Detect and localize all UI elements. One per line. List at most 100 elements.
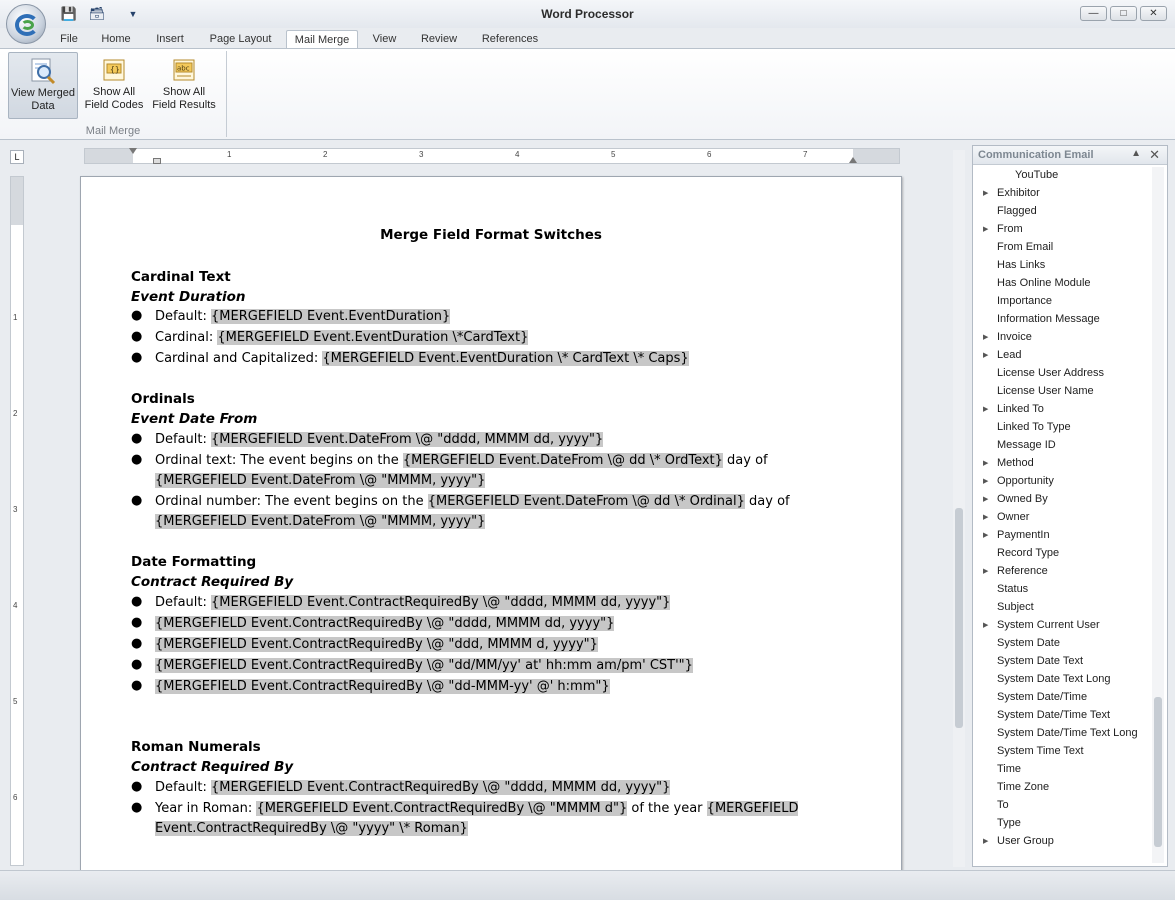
merge-field[interactable]: {MERGEFIELD Event.DateFrom \@ "dddd, MMM… [211,432,604,447]
pin-icon[interactable]: ▲ [1131,148,1141,159]
tab-page-layout[interactable]: Page Layout [203,30,278,49]
tree-item[interactable]: System Current User [997,619,1100,631]
merge-field[interactable]: {MERGEFIELD Event.ContractRequiredBy \@ … [155,616,615,631]
show-all-field-results-button[interactable]: abc Show All Field Results [150,52,218,119]
tab-view[interactable]: View [368,30,401,49]
merge-field[interactable]: {MERGEFIELD Event.EventDuration} [211,309,451,324]
document-page[interactable]: Merge Field Format Switches Cardinal Tex… [80,176,902,876]
list-item: Default: {MERGEFIELD Event.DateFrom \@ "… [155,432,604,447]
merge-field[interactable]: Event.ContractRequiredBy \@ "yyyy" \* Ro… [155,821,468,836]
view-merged-data-button[interactable]: View Merged Data [8,52,78,119]
merge-field[interactable]: {MERGEFIELD Event.ContractRequiredBy \@ … [211,595,671,610]
tree-item[interactable]: System Date Text [997,655,1083,667]
expand-arrow-icon[interactable]: ▶ [983,333,988,341]
expand-arrow-icon[interactable]: ▶ [983,477,988,485]
expand-arrow-icon[interactable]: ▶ [983,567,988,575]
tree-item[interactable]: User Group [997,835,1054,847]
tree-item[interactable]: Linked To Type [997,421,1071,433]
tab-insert[interactable]: Insert [148,30,192,49]
tree-item[interactable]: Record Type [997,547,1059,559]
tree-item[interactable]: Owned By [997,493,1048,505]
tree-item[interactable]: System Date [997,637,1060,649]
tree-item[interactable]: Reference [997,565,1048,577]
merge-field[interactable]: {MERGEFIELD Event.ContractRequiredBy \@ … [211,780,671,795]
tab-references[interactable]: References [476,30,544,49]
tree-item[interactable]: Linked To [997,403,1044,415]
expand-arrow-icon[interactable]: ▶ [983,837,988,845]
merge-field[interactable]: {MERGEFIELD Event.ContractRequiredBy \@ … [155,679,610,694]
vertical-ruler[interactable]: 1 2 3 4 5 6 [10,176,24,866]
tree-item[interactable]: Information Message [997,313,1100,325]
tree-item[interactable]: Subject [997,601,1034,613]
tree-item[interactable]: Has Links [997,259,1045,271]
tree-item[interactable]: Message ID [997,439,1056,451]
tree-item[interactable]: License User Address [997,367,1104,379]
expand-arrow-icon[interactable]: ▶ [983,621,988,629]
merge-field[interactable]: {MERGEFIELD [706,801,799,816]
tree-item[interactable]: Time [997,763,1021,775]
tree-item[interactable]: To [997,799,1009,811]
tree-item[interactable]: System Date/Time [997,691,1087,703]
tree-item[interactable]: Exhibitor [997,187,1040,199]
tab-file[interactable]: File [55,30,83,49]
tree-item[interactable]: Opportunity [997,475,1054,487]
maximize-button[interactable]: □ [1110,6,1137,21]
merge-field[interactable]: {MERGEFIELD Event.ContractRequiredBy \@ … [155,637,598,652]
application-menu-button[interactable] [6,4,46,44]
merge-field[interactable]: {MERGEFIELD Event.ContractRequiredBy \@ … [256,801,628,816]
tree-item[interactable]: Time Zone [997,781,1049,793]
merge-field[interactable]: {MERGEFIELD Event.ContractRequiredBy \@ … [155,658,693,673]
tab-review[interactable]: Review [414,30,464,49]
close-icon[interactable]: ✕ [1149,147,1160,163]
expand-arrow-icon[interactable]: ▶ [983,495,988,503]
tab-stop-selector[interactable]: L [10,150,24,164]
tree-item[interactable]: Has Online Module [997,277,1091,289]
tree-item[interactable]: Importance [997,295,1052,307]
tree-item[interactable]: From [997,223,1023,235]
tree-item[interactable]: Owner [997,511,1029,523]
expand-arrow-icon[interactable]: ▶ [983,513,988,521]
tree-item[interactable]: System Time Text [997,745,1084,757]
show-all-field-codes-button[interactable]: {} Show All Field Codes [82,52,146,119]
tree-item[interactable]: System Date Text Long [997,673,1111,685]
merge-field[interactable]: {MERGEFIELD Event.DateFrom \@ "MMMM, yyy… [155,473,486,488]
right-indent-marker-icon[interactable] [849,157,857,163]
merge-field[interactable]: {MERGEFIELD Event.EventDuration \*CardTe… [217,330,529,345]
tree-item[interactable]: Flagged [997,205,1037,217]
expand-arrow-icon[interactable]: ▶ [983,225,988,233]
tree-item[interactable]: Invoice [997,331,1032,343]
tree-item[interactable]: YouTube [1015,169,1058,181]
expand-arrow-icon[interactable]: ▶ [983,189,988,197]
merge-field[interactable]: {MERGEFIELD Event.EventDuration \* CardT… [322,351,689,366]
minimize-button[interactable]: — [1080,6,1107,21]
panel-scrollbar-thumb[interactable] [1154,697,1162,847]
tab-mail-merge[interactable]: Mail Merge [286,30,358,49]
panel-scrollbar[interactable] [1152,167,1164,863]
tree-item[interactable]: System Date/Time Text Long [997,727,1138,739]
window-title: Word Processor [541,7,634,21]
tab-home[interactable]: Home [96,30,136,49]
bullet-icon: ● [131,431,143,446]
close-button[interactable]: ✕ [1140,6,1167,21]
document-scrollbar-thumb[interactable] [955,508,963,728]
merge-field[interactable]: {MERGEFIELD Event.DateFrom \@ dd \* OrdT… [402,453,723,468]
indent-marker-icon[interactable] [129,148,137,154]
hanging-indent-marker-icon[interactable] [153,158,161,164]
expand-arrow-icon[interactable]: ▶ [983,351,988,359]
tree-item[interactable]: Status [997,583,1028,595]
tree-item[interactable]: Lead [997,349,1021,361]
merge-field[interactable]: {MERGEFIELD Event.DateFrom \@ dd \* Ordi… [427,494,745,509]
expand-arrow-icon[interactable]: ▶ [983,531,988,539]
field-tree[interactable]: YouTube ▶ Exhibitor Flagged ▶ From From Email H… [975,167,1151,863]
tree-item[interactable]: License User Name [997,385,1094,397]
tree-item[interactable]: Method [997,457,1034,469]
merge-field[interactable]: {MERGEFIELD Event.DateFrom \@ "MMMM, yyy… [155,514,486,529]
expand-arrow-icon[interactable]: ▶ [983,405,988,413]
horizontal-ruler[interactable]: 1 2 3 4 5 6 7 [84,148,900,164]
document-scrollbar[interactable] [953,150,965,867]
expand-arrow-icon[interactable]: ▶ [983,459,988,467]
tree-item[interactable]: From Email [997,241,1053,253]
tree-item[interactable]: PaymentIn [997,529,1050,541]
tree-item[interactable]: System Date/Time Text [997,709,1110,721]
tree-item[interactable]: Type [997,817,1021,829]
